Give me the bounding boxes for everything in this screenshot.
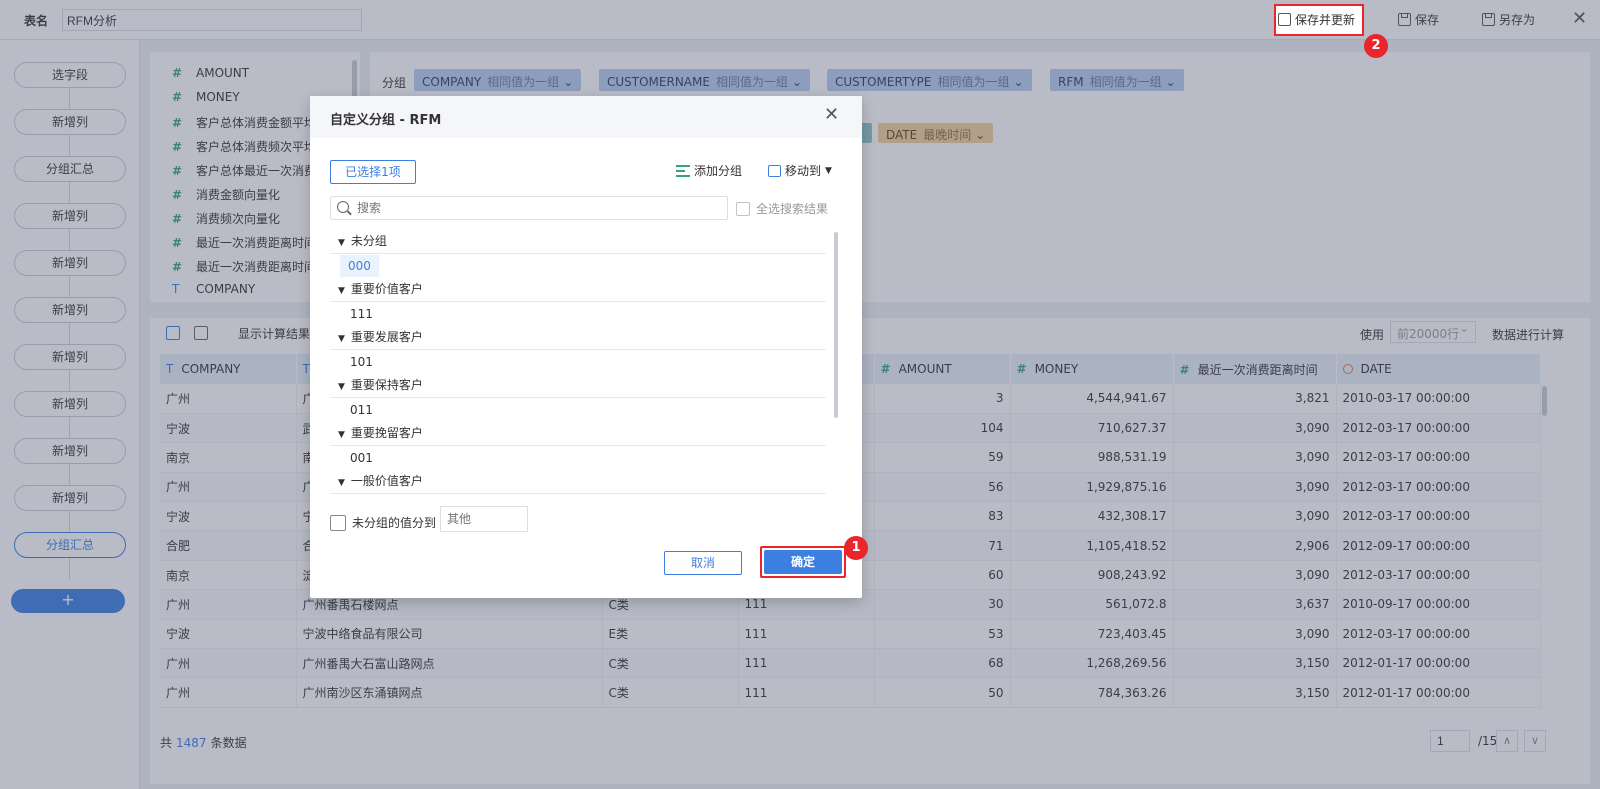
unassigned-to-checkbox[interactable]: 未分组的值分到 [330, 514, 436, 531]
caret-down-icon: ▼ [338, 382, 345, 392]
caret-down-icon: ▼ [338, 238, 345, 248]
move-icon [768, 164, 781, 177]
tree-value-item[interactable]: 101 [330, 350, 826, 374]
checkbox[interactable] [736, 201, 750, 216]
save-update-icon [1278, 13, 1291, 26]
group-tree: ▼ 未分组 000 ▼ 重要价值客户 111 ▼ 重要发展客户 101 ▼ 重要保持客户… [330, 230, 826, 496]
checkbox[interactable] [330, 514, 346, 531]
tree-value-item-selected[interactable]: 000 [330, 254, 826, 278]
tree-scrollbar[interactable] [834, 232, 838, 418]
caret-down-icon: ▼ [338, 286, 345, 296]
selected-count-button[interactable]: 已选择1项 [330, 160, 416, 184]
add-group-icon [676, 164, 690, 177]
tree-group-header[interactable]: ▼ 重要发展客户 [330, 326, 826, 350]
search-box [330, 196, 728, 220]
caret-down-icon: ▼ [338, 430, 345, 440]
search-input[interactable] [357, 199, 717, 217]
caret-down-icon: ▼ [338, 478, 345, 488]
caret-down-icon: ▼ [338, 334, 345, 344]
tree-value-item[interactable]: 011 [330, 398, 826, 422]
ok-button[interactable]: 确定 [764, 550, 842, 574]
step-badge-1: 1 [844, 536, 868, 560]
move-to-dropdown[interactable]: 移动到 ▼ [768, 162, 832, 179]
save-and-update-button[interactable]: 保存并更新 [1278, 11, 1355, 28]
dialog-header: 自定义分组 - RFM ✕ [310, 96, 862, 138]
caret-down-icon: ▼ [825, 165, 832, 176]
dialog-title: 自定义分组 - RFM [330, 113, 442, 128]
tree-group-header[interactable]: ▼ 重要保持客户 [330, 374, 826, 398]
other-group-name-input[interactable] [440, 506, 528, 532]
tree-group-header[interactable]: ▼ 未分组 [330, 230, 826, 254]
tree-group-header[interactable]: ▼ 重要挽留客户 [330, 422, 826, 446]
select-all-results-checkbox[interactable]: 全选搜索结果 [736, 200, 828, 217]
cancel-button[interactable]: 取消 [664, 551, 742, 575]
add-group-button[interactable]: 添加分组 [676, 162, 742, 179]
tree-group-header[interactable]: ▼ 重要价值客户 [330, 278, 826, 302]
custom-group-dialog: 自定义分组 - RFM ✕ 已选择1项 添加分组 移动到 ▼ 全选搜索结果 ▼未… [310, 96, 862, 598]
tree-value-item[interactable]: 001 [330, 446, 826, 470]
search-icon [337, 201, 349, 213]
step-badge-2: 2 [1364, 34, 1388, 58]
tree-group-header[interactable]: ▼ 一般价值客户 [330, 470, 826, 494]
tree-value-item[interactable]: 111 [330, 302, 826, 326]
close-icon[interactable]: ✕ [824, 104, 839, 125]
